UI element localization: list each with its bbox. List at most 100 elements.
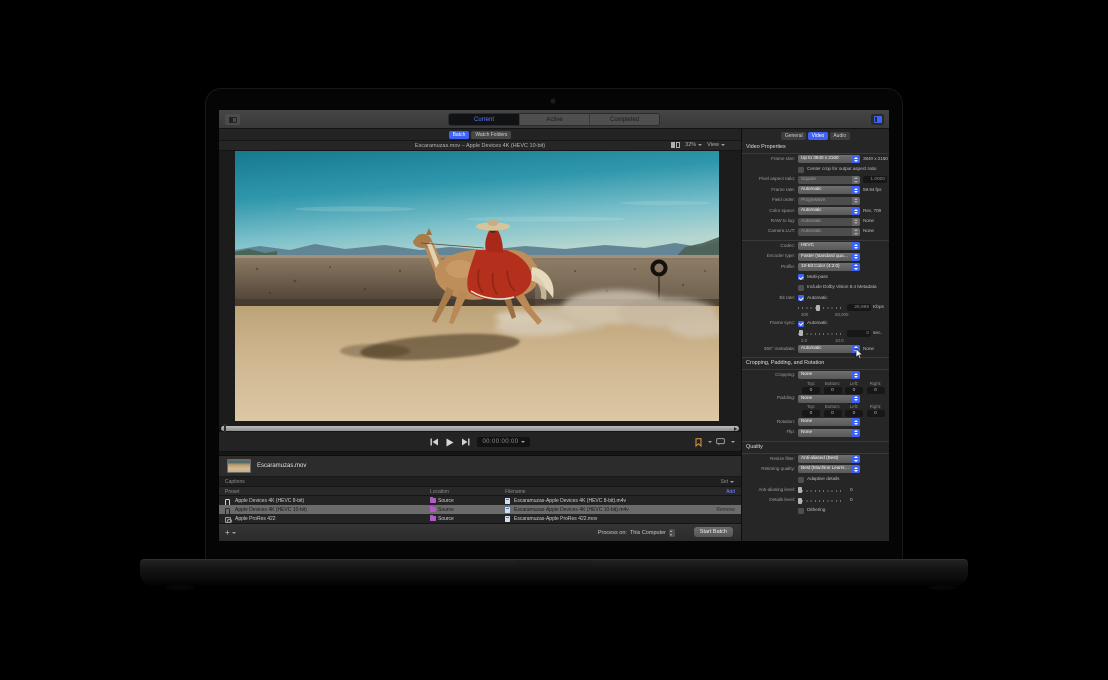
codec-dropdown[interactable]: HEVC [798, 242, 860, 250]
pad-right-field[interactable]: 0 [867, 410, 885, 417]
multi-pass-checkbox[interactable] [798, 274, 804, 280]
bit-rate-slider[interactable] [798, 304, 844, 311]
rotation-dropdown[interactable]: None [798, 418, 860, 426]
pixel-aspect-dropdown[interactable]: Square [798, 176, 860, 184]
batch-footer: + Process on: This Computer Start Batch [219, 523, 741, 541]
flip-dropdown[interactable]: None [798, 429, 860, 437]
view-segmented-control: Current Active Completed [448, 113, 660, 126]
tab-current[interactable]: Current [449, 114, 519, 125]
encoder-type-row: Encoder type: Faster (standard qua… [742, 252, 889, 262]
adaptive-details-checkbox[interactable] [798, 477, 804, 483]
preview-area [219, 151, 741, 426]
pad-top-field[interactable]: 0 [802, 410, 820, 417]
crop-right-field[interactable]: 0 [867, 387, 885, 394]
retiming-quality-dropdown[interactable]: Best (Machine Learni… [798, 465, 860, 473]
camera-icon [551, 99, 555, 103]
captions-set-menu[interactable]: Set [720, 479, 734, 485]
anti-aliasing-slider[interactable] [798, 487, 844, 494]
encoder-type-dropdown[interactable]: Faster (standard qua… [798, 253, 860, 261]
frame-sync-field[interactable]: 0 [847, 330, 871, 337]
bit-rate-row: Bit rate: Automatic [742, 293, 889, 303]
dropdown-arrows-icon [852, 218, 860, 226]
add-output-link[interactable]: Add [726, 489, 735, 495]
metadata-360-dropdown[interactable]: Automatic [798, 345, 860, 353]
pad-bottom-field[interactable]: 0 [824, 410, 842, 417]
preset-row[interactable]: Apple ProRes 422 Source Escaramuzas-Appl… [219, 514, 741, 523]
details-level-row: Details level: 0 [742, 495, 889, 505]
inspector-toggle-button[interactable] [871, 114, 884, 125]
dropdown-arrows-icon [852, 263, 860, 271]
process-target-stepper[interactable] [669, 529, 675, 537]
field-order-row: Field order: Progressive [742, 196, 889, 206]
sidebar-toggle-button[interactable] [225, 114, 240, 125]
raw-to-log-row: RAW to log: Automatic None [742, 216, 889, 226]
frame-sync-slider-row: 0 sec. [742, 329, 889, 338]
timeline-scrubber[interactable] [221, 426, 739, 431]
process-on-label: Process on: [598, 530, 627, 536]
tab-audio[interactable]: Audio [830, 132, 850, 140]
color-space-dropdown[interactable]: Automatic [798, 207, 860, 215]
tab-watch-folders[interactable]: Watch Folders [471, 131, 511, 139]
play-button[interactable] [446, 438, 454, 447]
profile-dropdown[interactable]: 10-Bit Color (4:2:0) [798, 263, 860, 271]
crop-left-field[interactable]: 0 [845, 387, 863, 394]
tab-completed[interactable]: Completed [589, 114, 659, 125]
inspector-tabs: General Video Audio [742, 129, 889, 142]
preset-row[interactable]: Apple Devices 4K (HEVC 8-bit) Source Esc… [219, 496, 741, 505]
center-crop-checkbox[interactable] [798, 167, 804, 173]
next-frame-button[interactable] [461, 438, 470, 446]
camera-lut-dropdown[interactable]: Automatic [798, 228, 860, 236]
view-menu[interactable]: View [707, 142, 725, 148]
compressor-window: Current Active Completed Batch Watch Fol… [219, 110, 889, 541]
frame-size-row: Frame size: Up to 3840 x 2160 3840 x 216… [742, 154, 889, 164]
dropdown-arrows-icon [852, 371, 860, 379]
annotation-button[interactable] [716, 438, 725, 446]
pixel-aspect-field[interactable]: 1.0000 [863, 176, 887, 183]
frame-sync-auto-checkbox[interactable] [798, 321, 804, 327]
frame-size-dropdown[interactable]: Up to 3840 x 2160 [798, 155, 860, 163]
start-batch-button[interactable]: Start Batch [694, 527, 733, 537]
crop-bottom-field[interactable]: 0 [824, 387, 842, 394]
frame-sync-slider[interactable] [798, 330, 844, 337]
sidebar-icon [229, 117, 237, 123]
end-marker-icon [734, 427, 737, 431]
timecode-display[interactable]: 00:00:00:00 [477, 437, 529, 447]
bit-rate-auto-checkbox[interactable] [798, 295, 804, 301]
add-job-button[interactable]: + [225, 528, 236, 537]
remove-output-link[interactable]: Remove [716, 507, 735, 513]
padding-dropdown[interactable]: None [798, 395, 860, 403]
chevron-down-icon [232, 532, 236, 534]
chevron-down-icon[interactable] [731, 441, 735, 443]
batch-tabs-row: Batch Watch Folders [219, 129, 741, 141]
resize-filter-dropdown[interactable]: Anti-aliased (Best) [798, 455, 860, 463]
anti-aliasing-row: Anti-aliasing level: 0 [742, 485, 889, 495]
raw-to-log-dropdown[interactable]: Automatic [798, 218, 860, 226]
tab-active[interactable]: Active [519, 114, 589, 125]
bit-rate-field[interactable]: 26,999 [847, 304, 871, 311]
dropdown-arrows-icon [852, 186, 860, 194]
preset-row-selected[interactable]: Apple Devices 4K (HEVC 10-bit) Source Es… [219, 505, 741, 514]
dropdown-arrows-icon [852, 429, 860, 437]
batch-job-row[interactable]: Escaramuzas.mov [219, 455, 741, 477]
dropdown-arrows-icon [852, 455, 860, 463]
crop-top-field[interactable]: 0 [802, 387, 820, 394]
field-order-dropdown[interactable]: Progressive [798, 197, 860, 205]
cropping-dropdown[interactable]: None [798, 371, 860, 379]
tab-video[interactable]: Video [808, 132, 828, 140]
column-location: Location [430, 489, 449, 495]
frame-rate-dropdown[interactable]: Automatic [798, 186, 860, 194]
section-quality: Quality [742, 442, 889, 454]
dithering-checkbox[interactable] [798, 508, 804, 514]
tab-batch[interactable]: Batch [449, 131, 470, 139]
section-video-properties: Video Properties [742, 142, 889, 154]
dolby-vision-checkbox[interactable] [798, 285, 804, 291]
details-level-slider[interactable] [798, 497, 844, 504]
zoom-level-menu[interactable]: 32% [685, 142, 702, 148]
pad-left-field[interactable]: 0 [845, 410, 863, 417]
marker-button[interactable] [695, 438, 702, 447]
compare-view-icon[interactable] [671, 142, 680, 148]
chevron-down-icon[interactable] [708, 441, 712, 443]
tab-general[interactable]: General [781, 132, 806, 140]
previous-frame-button[interactable] [430, 438, 439, 446]
preset-table-header: Preset Location Filename Add [219, 487, 741, 496]
